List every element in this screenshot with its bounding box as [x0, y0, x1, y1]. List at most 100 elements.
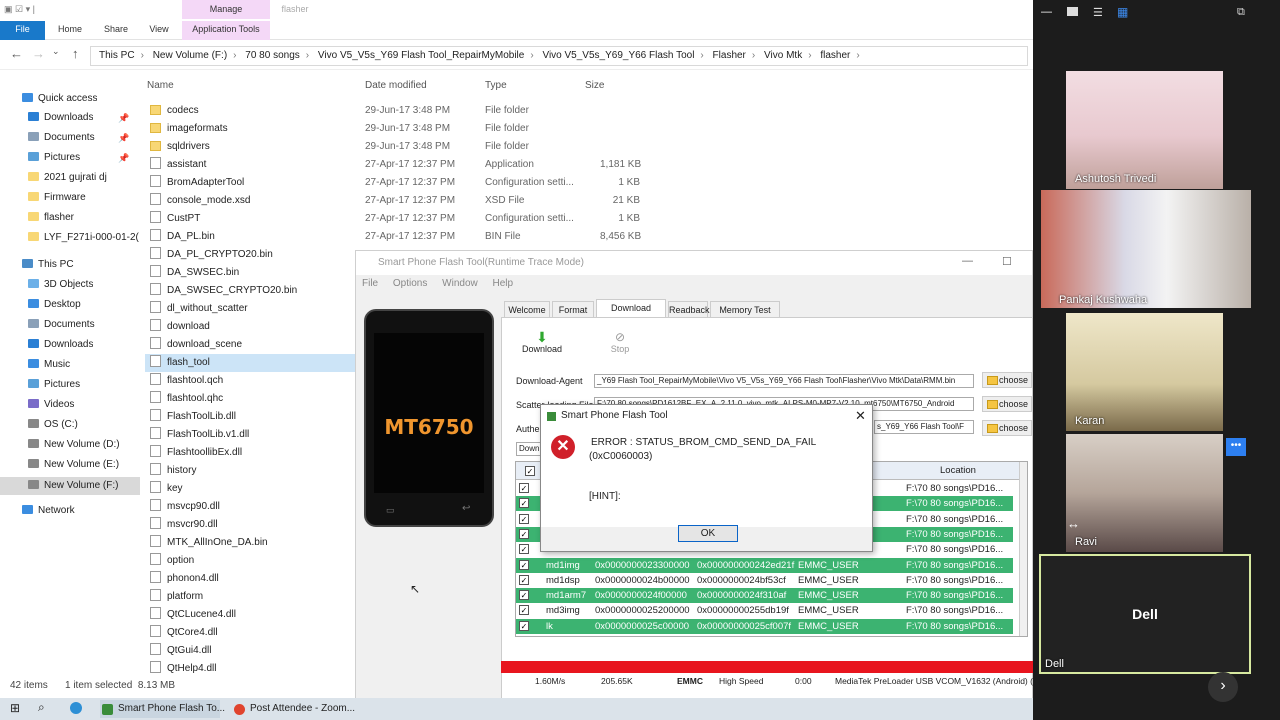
- file-row[interactable]: download: [145, 318, 355, 336]
- file-row[interactable]: console_mode.xsd: [145, 192, 355, 210]
- file-row[interactable]: BromAdapterTool: [145, 174, 355, 192]
- tab-memory-test[interactable]: Memory Test: [710, 301, 780, 317]
- tab-welcome[interactable]: Welcome: [504, 301, 550, 317]
- file-row[interactable]: codecs: [145, 102, 355, 120]
- tab-manage[interactable]: Manage: [182, 0, 270, 19]
- minimize-button[interactable]: —: [962, 255, 973, 267]
- file-row[interactable]: msvcp90.dll: [145, 498, 355, 516]
- pop-out-icon[interactable]: ⧉: [1237, 6, 1245, 19]
- col-type[interactable]: Type: [485, 80, 507, 91]
- address-breadcrumb[interactable]: This PC › New Volume (F:) › 70 80 songs › V…: [90, 46, 1028, 66]
- file-row[interactable]: key: [145, 480, 355, 498]
- maximize-button[interactable]: ☐: [1002, 255, 1012, 268]
- next-page-button[interactable]: ›: [1208, 672, 1238, 702]
- quick-access-toolbar[interactable]: ▣ ☑ ▾ |: [4, 4, 74, 16]
- crumb[interactable]: Flasher: [713, 50, 746, 61]
- nav-music[interactable]: Music: [28, 359, 70, 370]
- crumb[interactable]: New Volume (F:): [153, 50, 227, 61]
- col-name[interactable]: Name: [147, 80, 174, 91]
- partition-row[interactable]: ✓ lk 0x0000000025c00000 0x00000000025cf007f…: [516, 618, 1013, 634]
- more-options-button[interactable]: •••: [1226, 438, 1246, 456]
- recent-locations-icon[interactable]: ⌄: [52, 46, 60, 57]
- start-icon[interactable]: ⊞: [10, 701, 20, 715]
- tab-application-tools[interactable]: Application Tools: [182, 21, 270, 40]
- nav-drive-f[interactable]: New Volume (F:): [0, 477, 140, 495]
- edge-icon[interactable]: [70, 702, 82, 714]
- file-row[interactable]: QtHelp4.dll: [145, 660, 355, 678]
- stop-button[interactable]: ⊘ Stop: [602, 330, 638, 354]
- nav-drive-c[interactable]: OS (C:): [28, 419, 78, 430]
- file-row[interactable]: flashtool.qch: [145, 372, 355, 390]
- nav-downloads-pc[interactable]: Downloads: [28, 339, 93, 350]
- col-date[interactable]: Date modified: [365, 80, 427, 91]
- da-path-field[interactable]: _Y69 Flash Tool_RepairMyMobile\Vivo V5_V…: [594, 374, 974, 388]
- partition-row[interactable]: ✓ md1img 0x0000000023300000 0x000000000242e…: [516, 557, 1013, 573]
- download-button[interactable]: ⬇ Download: [520, 330, 564, 354]
- menu-file[interactable]: File: [362, 278, 378, 289]
- tab-format[interactable]: Format: [552, 301, 594, 317]
- nav-downloads[interactable]: Downloads: [28, 112, 93, 123]
- file-row[interactable]: phonon4.dll: [145, 570, 355, 588]
- tab-home[interactable]: Home: [50, 21, 90, 40]
- back-arrow-icon[interactable]: ←: [10, 46, 23, 61]
- partition-row[interactable]: ✓ md3img 0x0000000025200000 0x00000000255db…: [516, 603, 1013, 618]
- partition-row[interactable]: ✓ md1dsp 0x0000000024b00000 0x0000000024bf5…: [516, 573, 1013, 588]
- partition-row[interactable]: ✓ md1arm7 0x0000000024f00000 0x0000000024f3…: [516, 588, 1013, 604]
- nav-network[interactable]: Network: [22, 505, 75, 516]
- file-row[interactable]: assistant: [145, 156, 355, 174]
- video-tile[interactable]: Ravi: [1066, 434, 1223, 552]
- nav-pictures[interactable]: Pictures: [28, 152, 80, 163]
- file-row[interactable]: download_scene: [145, 336, 355, 354]
- tab-file[interactable]: File: [0, 21, 45, 40]
- forward-arrow-icon[interactable]: →: [32, 46, 45, 61]
- choose-scatter-button[interactable]: choose: [982, 396, 1032, 412]
- nav-quick-access[interactable]: Quick access: [22, 93, 97, 104]
- video-tile[interactable]: Pankaj Kushwaha: [1041, 190, 1251, 308]
- nav-3d-objects[interactable]: 3D Objects: [28, 279, 93, 290]
- partition-checkbox[interactable]: ✓: [519, 559, 529, 570]
- self-video-tile[interactable]: Dell Dell: [1039, 554, 1251, 674]
- nav-folder[interactable]: LYF_F271i-000-01-2(: [28, 232, 140, 243]
- auth-path-field[interactable]: s_Y69_Y66 Flash Tool\F: [874, 420, 974, 434]
- menu-window[interactable]: Window: [442, 278, 478, 289]
- file-row[interactable]: DA_SWSEC_CRYPTO20.bin: [145, 282, 355, 300]
- partition-checkbox[interactable]: ✓: [519, 605, 529, 616]
- exit-fullscreen-icon[interactable]: [1067, 7, 1078, 16]
- nav-folder[interactable]: 2021 gujrati dj: [28, 172, 107, 183]
- file-row[interactable]: imageformats: [145, 120, 355, 138]
- partition-checkbox[interactable]: ✓: [519, 528, 529, 539]
- taskbar-zoom-attendee[interactable]: Post Attendee - Zoom...: [232, 700, 355, 718]
- gallery-view-icon[interactable]: ▦: [1117, 5, 1128, 19]
- nav-drive-e[interactable]: New Volume (E:): [28, 459, 119, 470]
- partition-checkbox[interactable]: ✓: [519, 590, 529, 601]
- file-row[interactable]: QtGui4.dll: [145, 642, 355, 660]
- col-size[interactable]: Size: [585, 80, 604, 91]
- crumb[interactable]: Vivo Mtk: [764, 50, 802, 61]
- file-row[interactable]: DA_PL.bin: [145, 228, 355, 246]
- minimize-icon[interactable]: —: [1041, 6, 1052, 18]
- choose-da-button[interactable]: choose: [982, 372, 1032, 388]
- file-row[interactable]: MTK_AllInOne_DA.bin: [145, 534, 355, 552]
- file-row[interactable]: CustPT: [145, 210, 355, 228]
- nav-this-pc[interactable]: This PC: [22, 259, 74, 270]
- up-arrow-icon[interactable]: ↑: [72, 46, 79, 61]
- nav-folder[interactable]: flasher: [28, 212, 74, 223]
- partition-checkbox[interactable]: ✓: [519, 544, 529, 555]
- crumb[interactable]: Vivo V5_V5s_Y69_Y66 Flash Tool: [542, 50, 694, 61]
- partition-checkbox[interactable]: ✓: [519, 574, 529, 585]
- crumb[interactable]: Vivo V5_V5s_Y69 Flash Tool_RepairMyMobil…: [318, 50, 524, 61]
- file-row[interactable]: history: [145, 462, 355, 480]
- choose-auth-button[interactable]: choose: [982, 420, 1032, 436]
- menu-help[interactable]: Help: [493, 278, 514, 289]
- tab-download[interactable]: Download: [596, 299, 666, 317]
- crumb[interactable]: flasher: [820, 50, 850, 61]
- file-row[interactable]: platform: [145, 588, 355, 606]
- partition-checkbox[interactable]: ✓: [519, 620, 529, 631]
- scrollbar[interactable]: [1019, 462, 1027, 636]
- file-row[interactable]: flashtool.qhc: [145, 390, 355, 408]
- file-row[interactable]: DA_PL_CRYPTO20.bin: [145, 246, 355, 264]
- partition-checkbox[interactable]: ✓: [519, 513, 529, 524]
- partition-checkbox[interactable]: ✓: [519, 483, 529, 493]
- nav-desktop[interactable]: Desktop: [28, 299, 81, 310]
- nav-drive-d[interactable]: New Volume (D:): [28, 439, 120, 450]
